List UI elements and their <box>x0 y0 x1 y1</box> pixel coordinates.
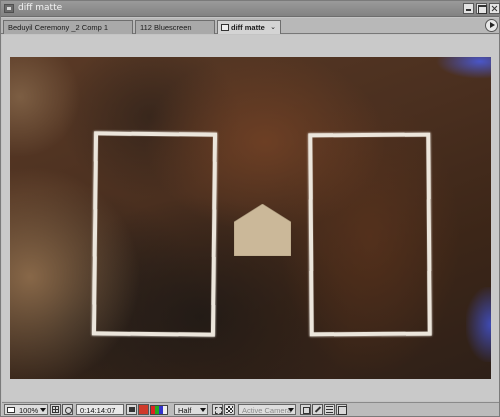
channels-icon[interactable] <box>150 405 168 415</box>
resolution-value: Half <box>178 406 192 415</box>
grid-icon[interactable] <box>50 404 61 415</box>
zoom-icon <box>7 407 15 413</box>
tab-bluescreen[interactable]: 112 Bluescreen <box>135 20 215 34</box>
minimize-button[interactable] <box>463 3 474 14</box>
maximize-button[interactable] <box>476 3 487 14</box>
pixel-aspect-icon[interactable] <box>312 404 323 415</box>
chevron-down-icon <box>288 408 294 412</box>
region-of-interest-icon[interactable] <box>212 404 223 415</box>
window-title: diff matte <box>18 3 63 13</box>
tabs-menu-arrow-icon[interactable] <box>485 19 498 32</box>
camera-dropdown[interactable]: Active Camera <box>238 404 296 415</box>
bluescreen-edge <box>436 57 491 79</box>
timecode-field[interactable]: 0:14:14:07 <box>76 404 124 415</box>
view-layout-icon[interactable] <box>300 404 311 415</box>
tab-diff-matte[interactable]: diff matte ⌄ <box>217 20 281 34</box>
close-button[interactable] <box>489 3 500 14</box>
mask-icon[interactable] <box>62 404 73 415</box>
chevron-down-icon <box>200 408 206 412</box>
zoom-value: 100% <box>19 406 39 415</box>
chalk-box-left <box>91 131 218 337</box>
tab-close-icon[interactable]: ⌄ <box>270 23 276 31</box>
tab-beduyil-ceremony-comp[interactable]: Beduyil Ceremony _2 Comp 1 <box>3 20 133 34</box>
tab-bar: Beduyil Ceremony _2 Comp 1 112 Bluescree… <box>1 18 499 34</box>
composition-viewer[interactable] <box>2 35 499 401</box>
bluescreen-edge <box>466 287 491 362</box>
composition-icon <box>221 24 229 31</box>
timeline-icon[interactable] <box>324 404 335 415</box>
tab-label: Beduyil Ceremony _2 Comp 1 <box>8 23 109 32</box>
transparency-grid-icon[interactable] <box>224 404 235 415</box>
title-bar[interactable]: diff matte <box>1 1 500 17</box>
snapshot-camera-icon[interactable] <box>126 404 137 415</box>
show-snapshot-icon[interactable] <box>138 404 149 415</box>
composition-window: diff matte Beduyil Ceremony _2 Comp 1 11… <box>0 0 500 417</box>
home-plate-marker <box>233 203 292 257</box>
tab-label: 112 Bluescreen <box>140 23 192 32</box>
chalk-box-right <box>308 132 432 337</box>
window-icon <box>4 4 14 13</box>
flowchart-icon[interactable] <box>336 404 347 415</box>
zoom-dropdown[interactable]: 100% <box>4 404 48 415</box>
resolution-dropdown[interactable]: Half <box>174 404 208 415</box>
timecode-value: 0:14:14:07 <box>80 406 116 415</box>
viewer-toolbar: 100% 0:14:14:07 Half Active Camera <box>2 402 499 416</box>
tab-label: diff matte <box>231 23 265 32</box>
chevron-down-icon <box>40 408 46 412</box>
footage-frame <box>10 57 491 379</box>
camera-value: Active Camera <box>242 406 292 415</box>
